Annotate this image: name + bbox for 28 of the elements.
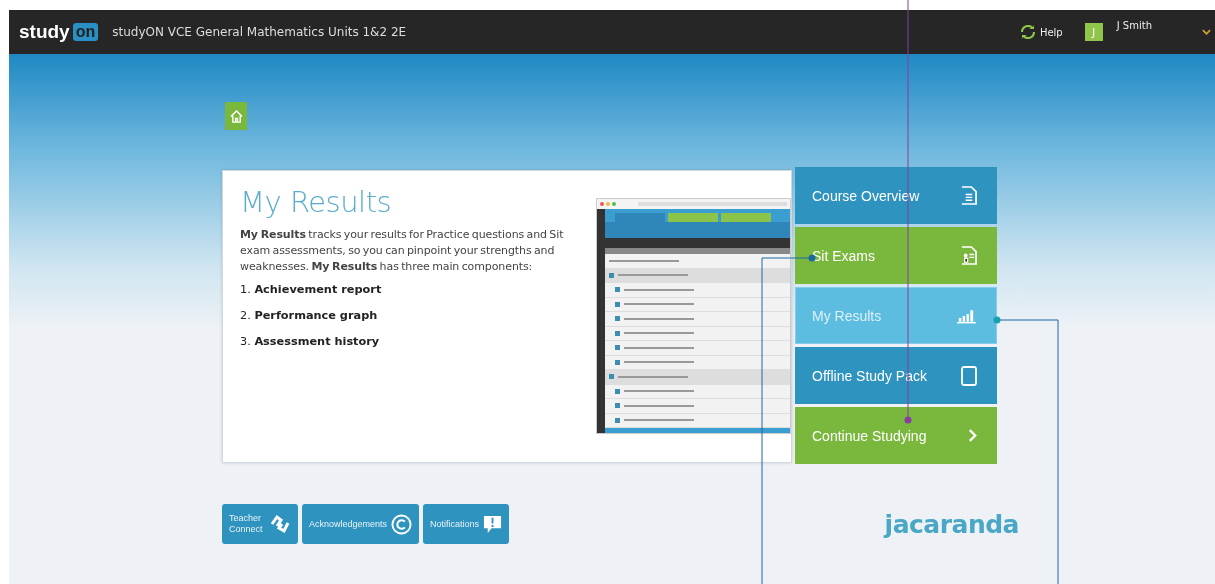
component-item: 1. Achievement report xyxy=(240,283,383,296)
description-paragraph: My Results tracks your results for Practice questions and Sit exam assessments, so you can pinpoint your strengths and weaknesses. My Results has three main components: xyxy=(240,227,565,275)
user-avatar: J xyxy=(1084,23,1103,41)
help-link[interactable]: Help xyxy=(1039,26,1063,38)
footer-button[interactable]: Teacher Connect xyxy=(222,504,298,544)
chevron-right-icon xyxy=(968,429,977,442)
component-item: 2. Performance graph xyxy=(240,309,379,322)
user-name[interactable]: J Smith xyxy=(1116,20,1152,31)
footer-button[interactable]: Notifications xyxy=(423,504,510,544)
menu-tile[interactable]: Continue Studying xyxy=(795,407,997,464)
certificate-icon xyxy=(960,246,977,265)
alert-speech-bubble-icon xyxy=(483,514,503,534)
panel-title: My Results xyxy=(240,185,393,219)
chevron-down-icon[interactable] xyxy=(1202,29,1211,35)
document-icon xyxy=(960,186,977,205)
home-icon xyxy=(229,109,243,123)
studyon-logo[interactable]: study on xyxy=(19,21,99,43)
recycle-icon[interactable] xyxy=(1019,25,1036,39)
course-title: studyON VCE General Mathematics Units 1&2 2E xyxy=(112,25,407,39)
footer-button[interactable]: Acknowledgements xyxy=(302,504,420,544)
component-item: 3. Assessment history xyxy=(240,335,381,348)
tablet-icon xyxy=(961,365,977,386)
copyright-icon xyxy=(391,513,413,535)
menu-tile[interactable]: Course Overview xyxy=(795,167,997,224)
jacaranda-logo: jacaranda xyxy=(884,509,1019,539)
menu-tile[interactable]: Offline Study Pack xyxy=(795,347,997,404)
bar-chart-icon xyxy=(956,307,977,324)
menu-tile[interactable]: My Results xyxy=(795,287,997,344)
